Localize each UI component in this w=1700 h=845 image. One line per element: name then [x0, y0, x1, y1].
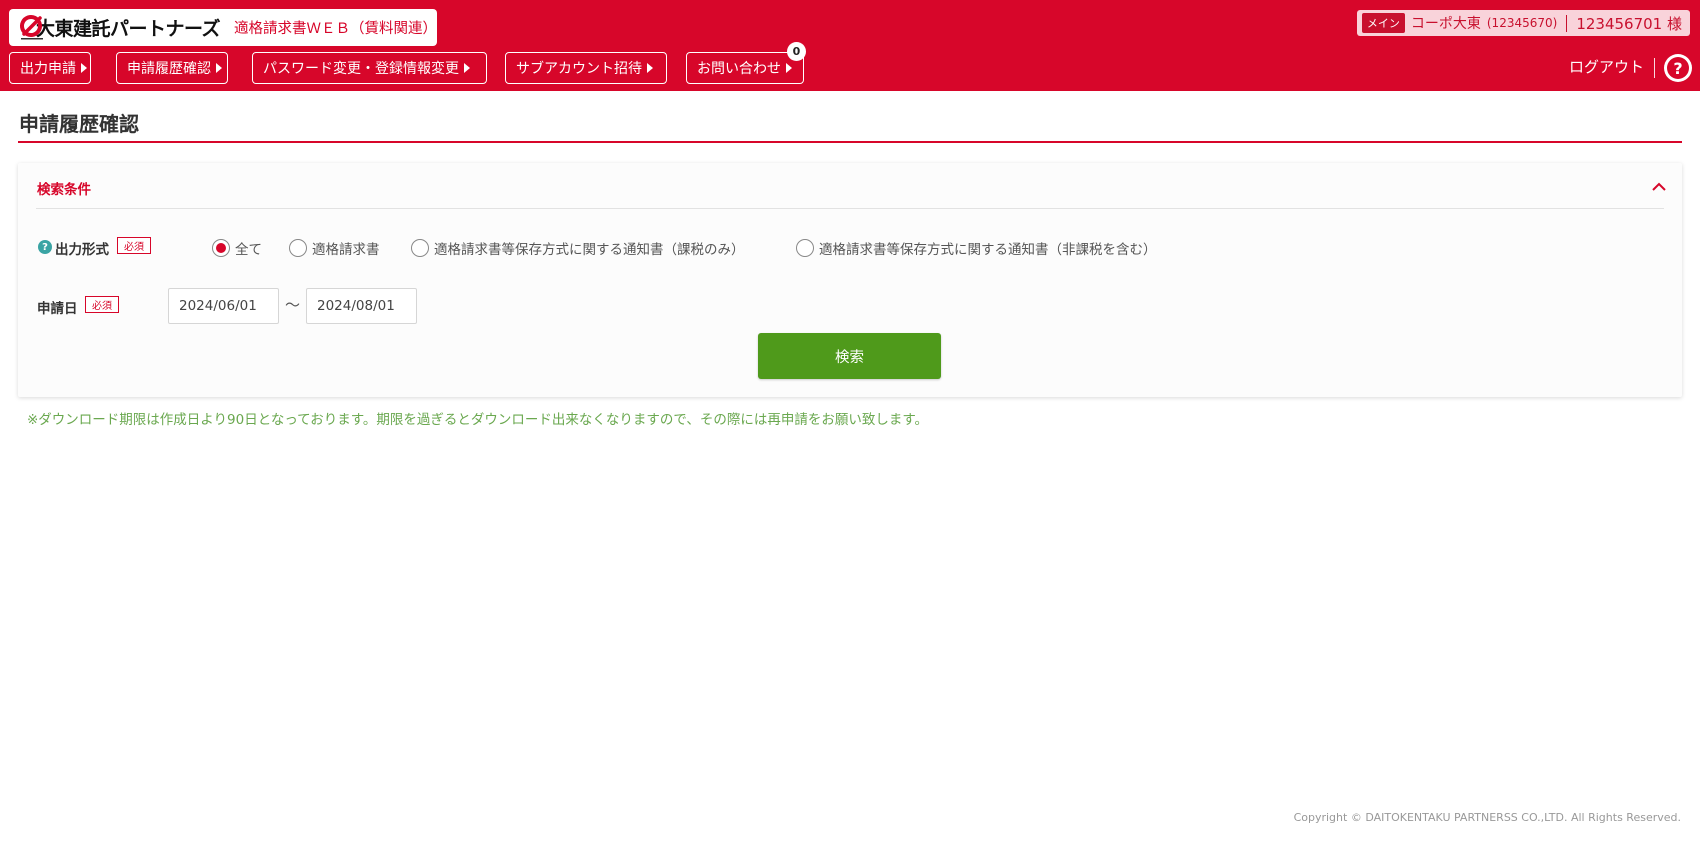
user-id: 123456701 様	[1576, 14, 1682, 33]
radio-button[interactable]	[796, 239, 814, 257]
nav-password-settings[interactable]: パスワード変更・登録情報変更	[252, 52, 487, 84]
radio-button[interactable]	[212, 239, 230, 257]
radio-label: 適格請求書等保存方式に関する通知書（非課税を含む）	[819, 242, 1157, 258]
caret-right-icon	[464, 63, 470, 73]
property-name: コーポ大東	[1410, 16, 1481, 32]
user-info-divider	[1566, 14, 1568, 32]
help-icon: ?	[1667, 57, 1689, 79]
radio-label: 適格請求書	[312, 242, 380, 258]
nav-label: お問い合わせ	[697, 61, 781, 77]
question-icon[interactable]: ?	[38, 240, 52, 254]
copyright: Copyright © DAITOKENTAKU PARTNERSS CO.,L…	[1293, 811, 1681, 824]
radio-qualified-invoice[interactable]: 適格請求書	[289, 238, 380, 258]
nav-label: 出力申請	[20, 61, 76, 77]
brand-mark-icon	[19, 14, 43, 42]
nav-subaccount-invite[interactable]: サブアカウント招待	[505, 52, 667, 84]
nav-label: 申請履歴確認	[127, 61, 211, 77]
date-from-input[interactable]: 2024/06/01	[168, 288, 279, 324]
search-panel-heading: 検索条件	[37, 182, 91, 198]
radio-button[interactable]	[411, 239, 429, 257]
system-name: 適格請求書ＷＥＢ（賃料関連）	[234, 21, 437, 37]
help-button[interactable]: ?	[1664, 54, 1692, 82]
nav-output-request[interactable]: 出力申請	[9, 52, 91, 84]
search-panel: 検索条件 ? 出力形式 必須 全て 適格請求書 適格請求書等保存方式に関する通知…	[18, 163, 1682, 397]
search-button[interactable]: 検索	[758, 333, 941, 379]
radio-notice-nontaxable[interactable]: 適格請求書等保存方式に関する通知書（非課税を含む）	[796, 238, 1157, 258]
radio-button[interactable]	[289, 239, 307, 257]
radio-notice-taxable[interactable]: 適格請求書等保存方式に関する通知書（課税のみ）	[411, 238, 745, 258]
logout-link[interactable]: ログアウト	[1569, 56, 1644, 77]
caret-right-icon	[647, 63, 653, 73]
radio-all[interactable]: 全て	[212, 238, 262, 258]
radio-label: 適格請求書等保存方式に関する通知書（課税のみ）	[434, 242, 745, 258]
chevron-up-icon[interactable]	[1652, 179, 1666, 193]
notification-badge: 0	[787, 42, 806, 61]
download-notice: ※ダウンロード期限は作成日より90日となっております。期限を過ぎるとダウンロード…	[27, 412, 928, 428]
nav-contact[interactable]: お問い合わせ 0	[686, 42, 806, 84]
property-code: (12345670)	[1486, 16, 1558, 30]
required-tag: 必須	[85, 296, 119, 313]
page-title: 申請履歴確認	[19, 112, 139, 136]
caret-right-icon	[81, 63, 87, 73]
panel-divider	[36, 208, 1664, 209]
required-tag: 必須	[117, 237, 151, 254]
brand-name: 大東建託パートナーズ	[35, 18, 221, 40]
caret-right-icon	[786, 63, 792, 73]
user-info: メイン コーポ大東 (12345670) 123456701 様	[1356, 10, 1690, 36]
date-to-input[interactable]: 2024/08/01	[306, 288, 417, 324]
output-format-label: 出力形式	[55, 242, 109, 258]
account-type-tag: メイン	[1361, 13, 1405, 33]
date-range-separator: ～	[285, 296, 301, 314]
nav-request-history[interactable]: 申請履歴確認	[116, 52, 228, 84]
caret-right-icon	[216, 63, 222, 73]
radio-label: 全て	[235, 242, 262, 258]
nav-label: サブアカウント招待	[516, 61, 642, 77]
request-date-label: 申請日	[37, 301, 78, 317]
nav-label: パスワード変更・登録情報変更	[263, 61, 459, 77]
header-divider	[1654, 58, 1655, 78]
header: 大東建託パートナーズ 適格請求書ＷＥＢ（賃料関連） メイン コーポ大東 (123…	[0, 0, 1700, 91]
brand-logo[interactable]: 大東建託パートナーズ 適格請求書ＷＥＢ（賃料関連）	[9, 9, 437, 46]
title-underline	[18, 141, 1682, 143]
